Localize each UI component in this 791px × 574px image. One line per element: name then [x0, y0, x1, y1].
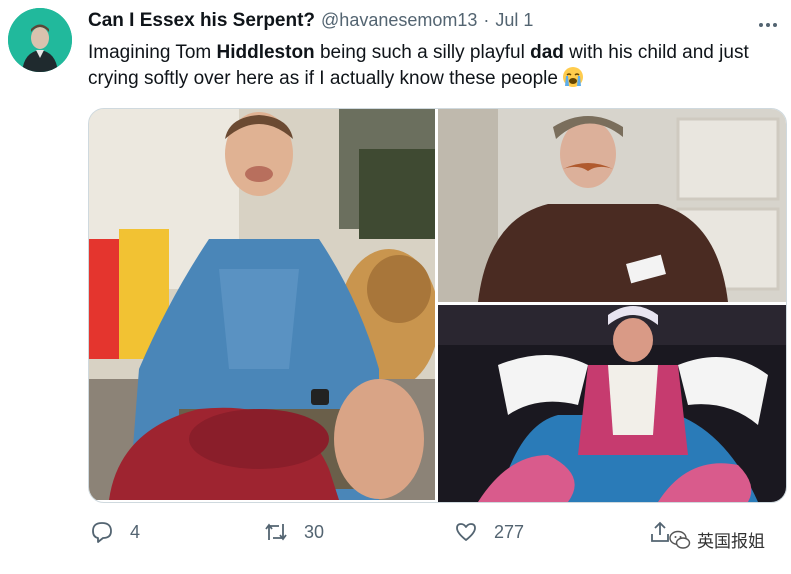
like-count: 277: [494, 521, 525, 542]
display-name[interactable]: Can I Essex his Serpent?: [88, 10, 315, 32]
tweet-date[interactable]: Jul 1: [495, 10, 533, 31]
tweet-header: Can I Essex his Serpent? @havanesemom13 …: [88, 10, 771, 34]
like-button[interactable]: 277: [454, 517, 524, 547]
separator-dot: ·: [483, 10, 490, 30]
loudly-crying-face-icon: [562, 67, 583, 87]
watermark-text: 英国报姐: [697, 532, 765, 552]
reply-count: 4: [130, 521, 141, 542]
retweet-icon: [265, 523, 287, 541]
photo-moustache-costume[interactable]: [438, 109, 786, 302]
photo-stage-costume[interactable]: [438, 305, 786, 502]
user-handle[interactable]: @havanesemom13: [321, 10, 477, 31]
heart-icon: [456, 523, 476, 541]
photo-man-on-ride[interactable]: [89, 109, 435, 500]
retweet-button[interactable]: 30: [264, 517, 324, 547]
tweet-text-part: being such a silly playful: [314, 42, 531, 63]
profile-avatar[interactable]: [8, 8, 72, 72]
reply-button[interactable]: 4: [90, 517, 140, 547]
tweet-text-part: Imagining Tom: [88, 42, 217, 63]
tweet-text-bold: Hiddleston: [216, 42, 315, 63]
media-grid[interactable]: [88, 108, 787, 503]
wechat-icon: [669, 530, 691, 549]
tweet-text-bold: dad: [530, 42, 564, 63]
tweet-text: Imagining Tom Hiddleston being such a si…: [88, 40, 778, 92]
reply-icon: [92, 522, 112, 543]
retweet-count: 30: [304, 521, 325, 542]
wechat-watermark: 英国报姐: [669, 527, 765, 552]
more-options-icon[interactable]: [759, 14, 783, 30]
